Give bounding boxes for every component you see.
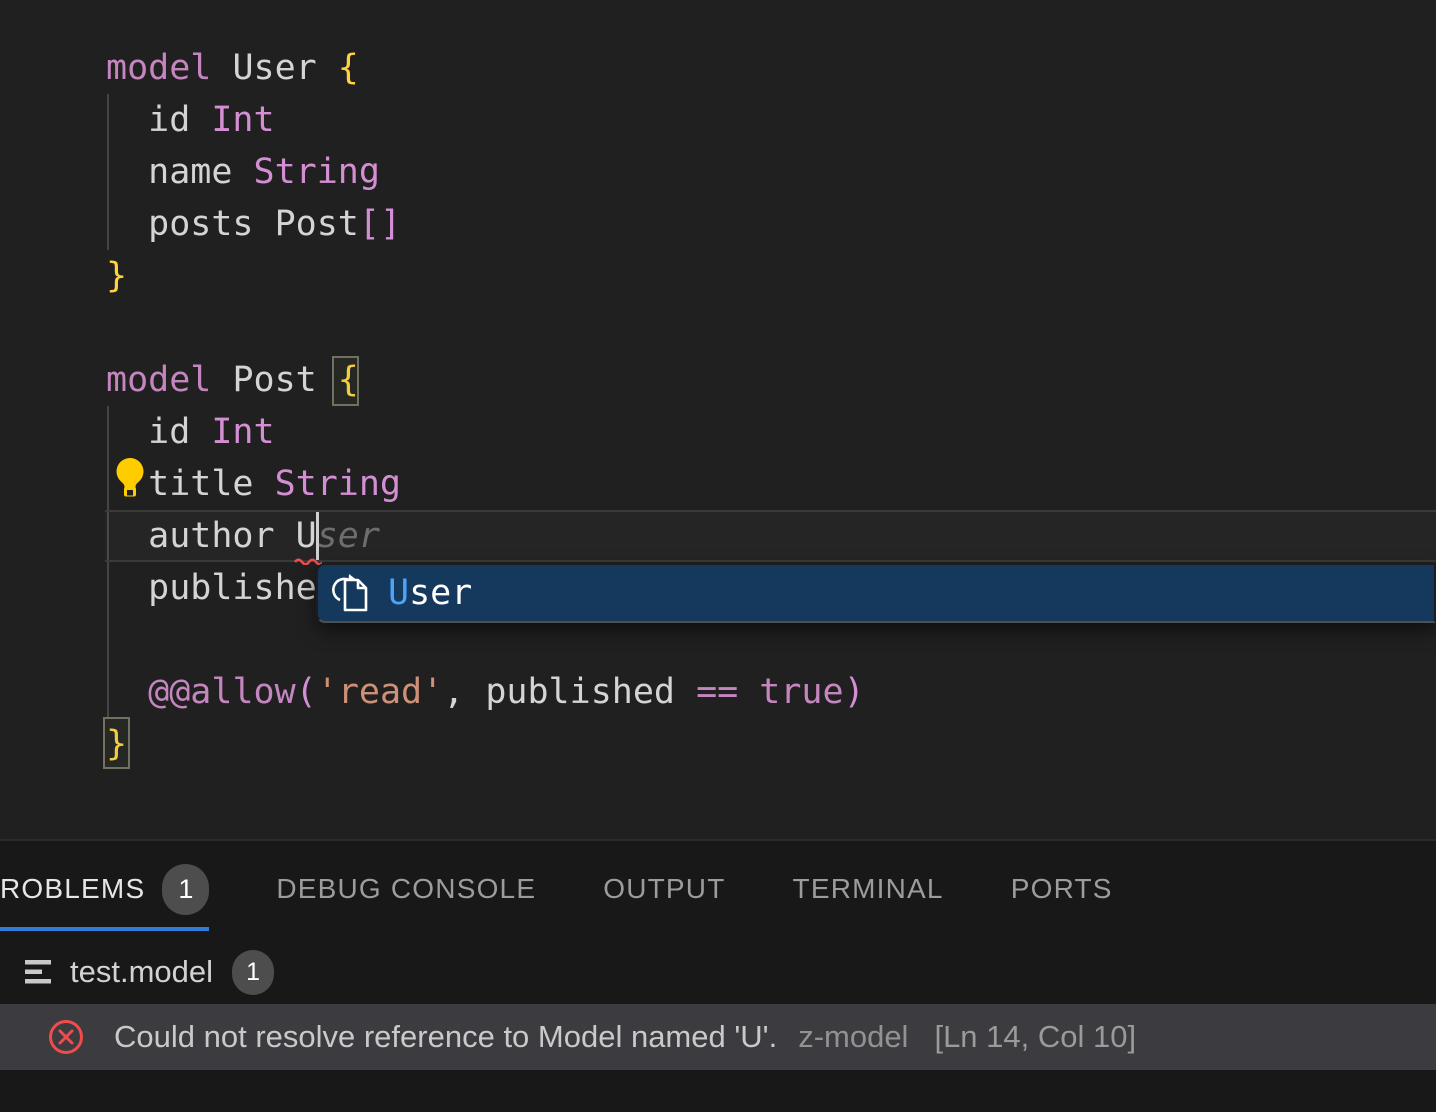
problem-location: [Ln 14, Col 10] — [934, 1019, 1136, 1055]
code-token — [106, 672, 148, 712]
code-line[interactable]: model User { — [106, 42, 359, 94]
code-token: id — [106, 412, 211, 452]
tab-debug-console-label: DEBUG CONSOLE — [276, 873, 536, 905]
code-token: 'read' — [317, 672, 443, 712]
code-token: posts — [106, 204, 275, 244]
suggest-label: User — [388, 573, 472, 613]
error-icon — [47, 1018, 85, 1056]
lightbulb-glass — [117, 458, 144, 488]
code-editor[interactable]: model User { id Int name String posts Po… — [0, 0, 1436, 841]
code-token: String — [254, 152, 380, 192]
suggest-item-user[interactable]: User — [318, 565, 1434, 621]
code-token: [] — [359, 204, 401, 244]
tab-problems[interactable]: ROBLEMS 1 — [0, 841, 209, 937]
panel-tab-bar: ROBLEMS 1 DEBUG CONSOLE OUTPUT TERMINAL … — [0, 841, 1180, 937]
code-line[interactable]: } — [106, 250, 127, 302]
code-token: U — [296, 516, 317, 556]
problem-message: Could not resolve reference to Model nam… — [114, 1019, 777, 1055]
code-token: User — [232, 48, 337, 88]
code-line[interactable]: @@allow('read', published == true) — [106, 666, 865, 718]
code-token: name — [106, 152, 254, 192]
code-token: model — [106, 360, 232, 400]
code-line[interactable]: name String — [106, 146, 380, 198]
tab-output-label: OUTPUT — [603, 873, 725, 905]
tab-ports-label: PORTS — [1011, 873, 1113, 905]
code-line[interactable]: id Int — [106, 406, 275, 458]
bracket-match-box — [332, 356, 359, 406]
suggest-widget: User — [316, 563, 1436, 623]
file-problems-count-badge: 1 — [232, 950, 274, 995]
cursor-caret — [316, 512, 319, 560]
code-token: Post — [232, 360, 337, 400]
code-token: true — [759, 672, 843, 712]
code-line[interactable]: title String — [106, 458, 401, 510]
problems-file-name: test.model — [70, 954, 213, 990]
code-token: == — [696, 672, 759, 712]
code-line[interactable]: publishe — [106, 562, 317, 614]
code-line[interactable]: author User — [106, 510, 380, 562]
suggest-label-matched: U — [388, 573, 409, 613]
tab-ports[interactable]: PORTS — [1011, 841, 1113, 937]
code-token: ( — [296, 672, 317, 712]
code-token: publishe — [106, 568, 317, 608]
code-token: published — [485, 672, 696, 712]
lightbulb-notch — [127, 490, 133, 496]
code-token: Int — [211, 412, 274, 452]
tab-terminal-label: TERMINAL — [793, 873, 944, 905]
code-token: author — [106, 516, 296, 556]
code-token: { — [338, 48, 359, 88]
code-token: id — [106, 100, 211, 140]
code-token: ser — [317, 516, 380, 556]
file-lines-icon — [24, 959, 55, 986]
bracket-match-box — [103, 717, 130, 769]
problems-file-row[interactable]: test.model 1 — [0, 940, 1436, 1004]
tab-problems-label: ROBLEMS — [0, 873, 145, 905]
code-line[interactable]: id Int — [106, 94, 275, 146]
problem-source: z-model — [798, 1019, 908, 1055]
code-token: , — [443, 672, 485, 712]
suggest-label-rest: ser — [409, 573, 472, 613]
tab-terminal[interactable]: TERMINAL — [793, 841, 944, 937]
code-token: String — [275, 464, 401, 504]
lightbulb-icon[interactable] — [110, 456, 150, 500]
tab-output[interactable]: OUTPUT — [603, 841, 725, 937]
tab-debug-console[interactable]: DEBUG CONSOLE — [276, 841, 536, 937]
code-token: Post — [275, 204, 359, 244]
code-token: @@allow — [148, 672, 296, 712]
code-token: model — [106, 48, 232, 88]
code-line[interactable]: model Post { — [106, 354, 359, 406]
code-token: ) — [844, 672, 865, 712]
code-line[interactable]: posts Post[] — [106, 198, 401, 250]
code-token: } — [106, 256, 127, 296]
problem-item-row[interactable]: Could not resolve reference to Model nam… — [0, 1004, 1436, 1070]
code-token: Int — [211, 100, 274, 140]
bottom-panel: ROBLEMS 1 DEBUG CONSOLE OUTPUT TERMINAL … — [0, 841, 1436, 1112]
reference-icon — [329, 570, 375, 616]
vscode-window: model User { id Int name String posts Po… — [0, 0, 1436, 1112]
problems-count-badge: 1 — [162, 864, 209, 915]
